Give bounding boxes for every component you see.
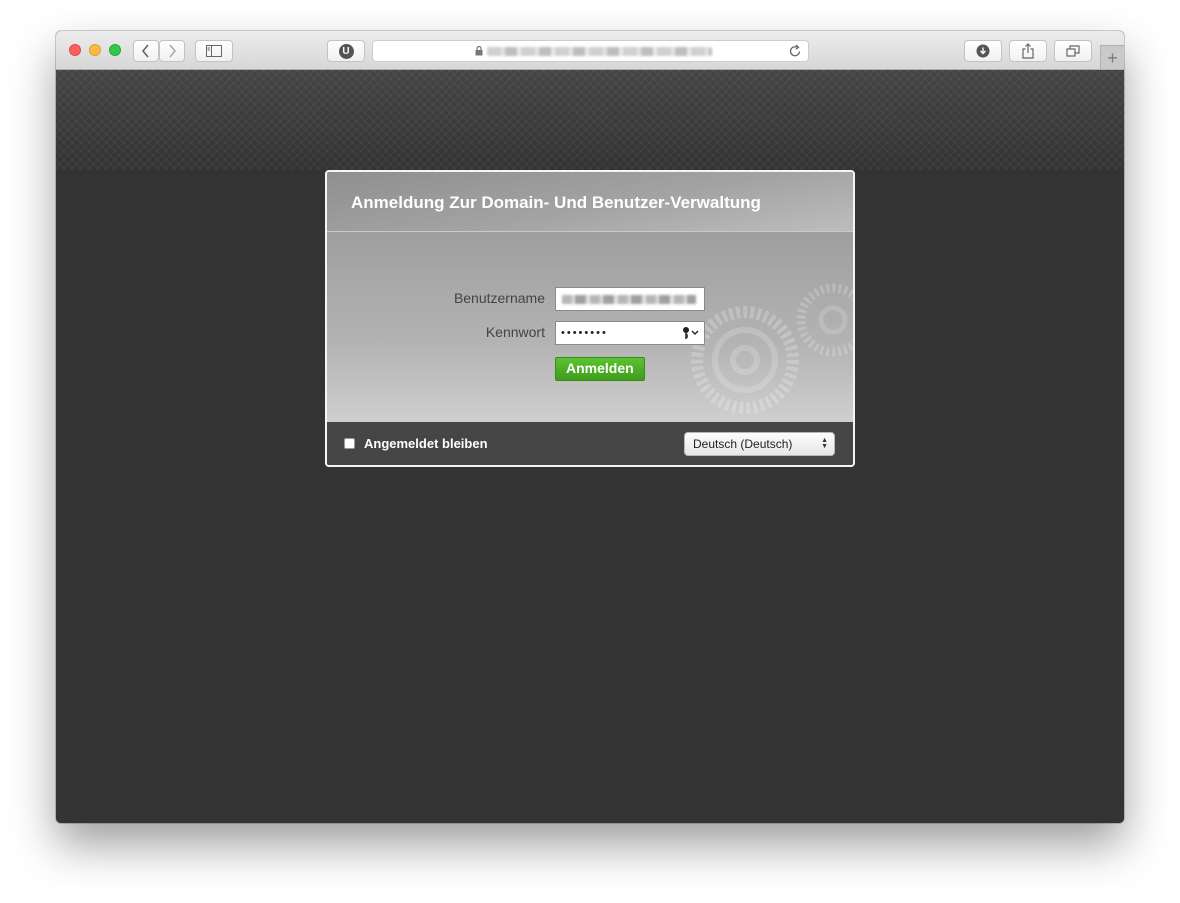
- back-button[interactable]: [133, 40, 159, 62]
- close-window-button[interactable]: [69, 44, 81, 56]
- tabs-overview-button[interactable]: [1054, 40, 1092, 62]
- remember-me-checkbox[interactable]: [344, 438, 355, 449]
- sidebar-icon: [206, 45, 222, 57]
- share-button[interactable]: [1009, 40, 1047, 62]
- login-button[interactable]: Anmelden: [555, 357, 645, 381]
- password-label: Kennwort: [485, 324, 545, 340]
- browser-window: U + Anmeldung Zur Domain- Und Benutzer-V…: [56, 31, 1124, 823]
- reload-icon[interactable]: [789, 44, 802, 58]
- chevron-right-icon: [169, 44, 177, 58]
- lock-icon: [475, 46, 483, 56]
- username-label: Benutzername: [453, 290, 545, 306]
- tabs-icon: [1066, 45, 1080, 57]
- forward-button[interactable]: [159, 40, 185, 62]
- password-input[interactable]: ••••••••: [555, 321, 705, 345]
- maximize-window-button[interactable]: [109, 44, 121, 56]
- share-icon: [1022, 43, 1034, 59]
- address-bar[interactable]: [372, 40, 809, 62]
- new-tab-button[interactable]: +: [1100, 45, 1124, 69]
- login-dialog: Anmeldung Zur Domain- Und Benutzer-Verwa…: [325, 170, 855, 467]
- login-dialog-footer: Angemeldet bleiben Deutsch (Deutsch) ▲ ▼: [327, 422, 853, 465]
- gears-decoration-icon: [691, 283, 853, 414]
- select-arrows-icon: ▲ ▼: [821, 437, 828, 450]
- keychain-icon[interactable]: [682, 326, 700, 340]
- login-form: Benutzername Kennwort •••••••• Anmelden: [327, 232, 853, 422]
- chevron-left-icon: [141, 44, 149, 58]
- remember-me-label[interactable]: Angemeldet bleiben: [364, 436, 488, 451]
- page-header-band: [56, 70, 1124, 170]
- page-content: Anmeldung Zur Domain- Und Benutzer-Verwa…: [56, 70, 1124, 823]
- username-input[interactable]: [555, 287, 705, 311]
- extension-button[interactable]: U: [327, 40, 365, 62]
- browser-toolbar: U +: [56, 31, 1124, 70]
- login-title: Anmeldung Zur Domain- Und Benutzer-Verwa…: [351, 193, 761, 212]
- username-value: [562, 295, 696, 304]
- download-icon: [976, 44, 990, 58]
- language-select[interactable]: Deutsch (Deutsch) ▲ ▼: [684, 432, 835, 456]
- password-mask: ••••••••: [561, 327, 608, 339]
- minimize-window-button[interactable]: [89, 44, 101, 56]
- sidebar-button[interactable]: [195, 40, 233, 62]
- address-url: [487, 47, 712, 56]
- login-dialog-header: Anmeldung Zur Domain- Und Benutzer-Verwa…: [327, 172, 853, 232]
- language-select-value: Deutsch (Deutsch): [693, 437, 793, 451]
- downloads-button[interactable]: [964, 40, 1002, 62]
- extension-badge-icon: U: [338, 43, 354, 59]
